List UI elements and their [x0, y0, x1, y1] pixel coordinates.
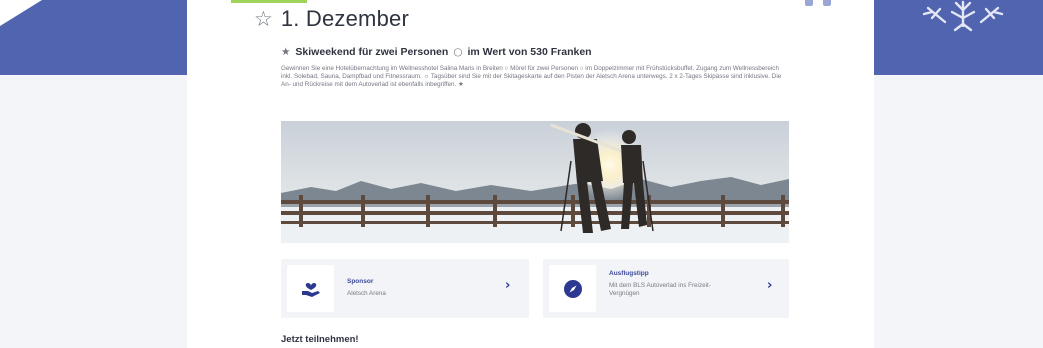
day-heading: ☆ 1. Dezember [254, 6, 409, 32]
ausflug-description: Mit dem BLS Autoverlad ins Freizeit-Verg… [609, 282, 711, 297]
compass-icon [563, 279, 582, 298]
ausflugstipp-tile[interactable]: Ausflugstipp Mit dem BLS Autoverlad ins … [543, 259, 789, 318]
share-icons[interactable] [805, 0, 831, 8]
share-icon[interactable] [805, 0, 813, 6]
hero-ski-photo [281, 121, 789, 243]
sponsor-icon-box [287, 265, 334, 312]
participate-heading: Jetzt teilnehmen! [281, 334, 359, 345]
prize-title: ★ Skiweekend für zwei Personen ○ im Wert… [281, 46, 592, 58]
sponsor-tile[interactable]: Sponsor Aletsch Arena › [281, 259, 529, 318]
sponsor-title: Sponsor [347, 278, 374, 285]
prize-description: Gewinnen Sie eine Hotelübernachtung im W… [281, 65, 782, 89]
header-wedge [0, 0, 42, 26]
active-tab-indicator [231, 0, 307, 3]
ausflug-icon-box [549, 265, 596, 312]
sponsor-name: Aletsch Arena [347, 290, 386, 297]
print-icon[interactable] [823, 0, 831, 6]
prize-title-left: Skiweekend für zwei Personen [295, 46, 449, 58]
prize-title-right: im Wert von 530 Franken [467, 46, 592, 58]
star-bullet-icon: ★ [281, 46, 291, 58]
ausflug-title: Ausflugstipp [609, 270, 649, 277]
advent-calendar-card: ☆ 1. Dezember ★ Skiweekend für zwei Pers… [187, 0, 874, 348]
chevron-right-icon[interactable]: › [767, 278, 772, 293]
chevron-right-icon[interactable]: › [505, 278, 510, 293]
page-title: 1. Dezember [280, 6, 409, 31]
star-icon: ☆ [254, 7, 273, 31]
hand-heart-icon [301, 282, 320, 297]
snowflake-decoration-icon [922, 0, 1004, 32]
separator-icon: ○ [453, 46, 463, 58]
